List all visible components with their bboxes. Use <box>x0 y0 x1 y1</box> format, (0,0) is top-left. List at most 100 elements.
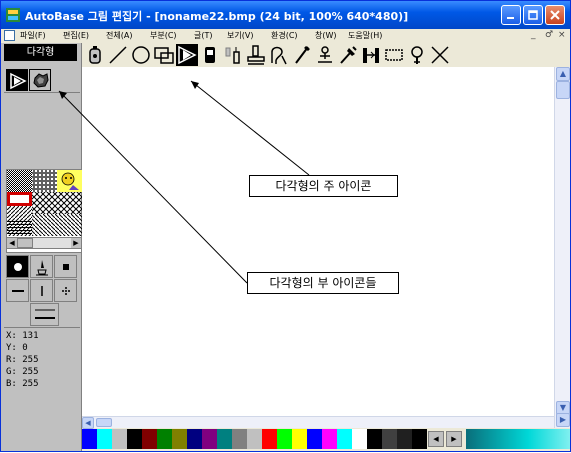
fill-tool[interactable] <box>314 44 336 66</box>
menu-help[interactable]: 도움말(H) <box>348 30 382 41</box>
minimize-button[interactable] <box>501 5 521 25</box>
select-rect-tool[interactable] <box>383 44 405 66</box>
palette-gradient[interactable] <box>466 429 570 449</box>
stamp-tool[interactable] <box>245 44 267 66</box>
main-icon-callout: 다각형의 주 아이콘 <box>249 175 398 197</box>
brush-tool[interactable] <box>222 44 244 66</box>
distance-icon <box>363 48 379 63</box>
pattern-scrollbar[interactable]: ◀ ▶ <box>6 237 82 249</box>
maximize-button[interactable] <box>523 5 543 25</box>
scroll-thumb[interactable] <box>17 238 33 248</box>
curve-tool[interactable] <box>268 44 290 66</box>
menu-environment[interactable]: 환경(C) <box>271 30 298 41</box>
dropper-icon <box>340 46 357 64</box>
cross-dots-button[interactable] <box>54 279 77 302</box>
select-rect-icon <box>385 49 403 61</box>
menu-text[interactable]: 글(T) <box>194 30 213 41</box>
menu-file[interactable]: 파일(F) <box>20 30 46 41</box>
palette-navigation: ◀ ▶ <box>428 431 464 447</box>
polygon-tool[interactable] <box>176 44 198 66</box>
title-bar[interactable]: AutoBase 그림 편집기 - [noname22.bmp (24 bit,… <box>1 1 570 29</box>
brush-icon <box>225 47 240 64</box>
scroll-left-arrow-main[interactable]: ◀ <box>82 417 94 429</box>
menu-all[interactable]: 전체(A) <box>106 30 132 41</box>
mdi-minimize-button[interactable]: _ <box>531 30 536 40</box>
coord-x: X: 131 <box>6 331 39 341</box>
rectangle-tool[interactable] <box>153 44 175 66</box>
scroll-left-arrow[interactable]: ◀ <box>7 238 17 248</box>
horizontal-line-icon <box>12 290 24 292</box>
cancel-icon <box>431 46 449 64</box>
menu-window[interactable]: 창(W) <box>315 30 337 41</box>
brush-shape-button[interactable] <box>30 255 53 278</box>
scroll-right-corner-arrow[interactable]: ▶ <box>556 413 570 427</box>
polygon-sub-button[interactable] <box>6 69 28 91</box>
dot-brush-button[interactable] <box>6 255 29 278</box>
vertical-scrollbar[interactable]: ▲ ▼ ▶ <box>554 67 570 428</box>
palette-left-arrow[interactable]: ◀ <box>428 431 444 447</box>
horizontal-scrollbar[interactable]: ◀ <box>82 416 554 429</box>
tool-bar <box>82 43 570 67</box>
freeform-sub-button[interactable] <box>29 69 51 91</box>
app-window: AutoBase 그림 편집기 - [noname22.bmp (24 bit,… <box>0 0 571 452</box>
fill-icon <box>318 46 332 63</box>
line-width-icon <box>35 309 55 319</box>
mdi-close-button[interactable]: × <box>558 30 566 40</box>
dropper-tool[interactable] <box>337 44 359 66</box>
close-icon <box>550 10 560 20</box>
coord-y: Y: 0 <box>6 343 28 353</box>
cross-dots-icon <box>62 287 70 295</box>
freeform-sub-icon <box>33 73 49 88</box>
spray-can-tool[interactable] <box>84 44 106 66</box>
vertical-line-icon <box>41 286 43 296</box>
distance-tool[interactable] <box>360 44 382 66</box>
circle-icon <box>132 46 150 64</box>
menu-edit[interactable]: 편집(E) <box>63 30 89 41</box>
stamp-icon <box>247 45 265 65</box>
palette-nav-container: ◀ ▶ <box>82 429 570 449</box>
line-tool[interactable] <box>107 44 129 66</box>
maximize-icon <box>528 10 538 20</box>
line-icon <box>109 46 127 64</box>
mdi-restore-button[interactable]: ♂ <box>545 30 553 40</box>
vertical-line-button[interactable] <box>30 279 53 302</box>
pen-icon <box>295 46 310 64</box>
cancel-tool[interactable] <box>429 44 451 66</box>
horizontal-line-button[interactable] <box>6 279 29 302</box>
pattern-swatches[interactable] <box>7 170 83 236</box>
document-icon[interactable] <box>4 30 15 41</box>
menu-partial[interactable]: 부분(C) <box>150 30 177 41</box>
coordinate-readout: X: 131 Y: 0 R: 255 G: 255 B: 255 <box>4 327 80 427</box>
window-title: AutoBase 그림 편집기 - [noname22.bmp (24 bit,… <box>25 10 409 23</box>
color-b: B: 255 <box>6 379 39 389</box>
horizontal-scroll-thumb[interactable] <box>96 418 112 427</box>
eraser-icon <box>205 47 215 63</box>
close-button[interactable] <box>545 5 565 25</box>
color-r: R: 255 <box>6 355 39 365</box>
square-brush-icon <box>63 264 69 270</box>
square-brush-button[interactable] <box>54 255 77 278</box>
circle-tool[interactable] <box>130 44 152 66</box>
color-g: G: 255 <box>6 367 39 377</box>
dot-icon <box>14 263 22 271</box>
pen-tool[interactable] <box>291 44 313 66</box>
menu-view[interactable]: 보기(V) <box>227 30 253 41</box>
polygon-icon <box>178 45 197 65</box>
brush-shape-icon <box>36 260 48 276</box>
rectangle-icon <box>154 47 174 64</box>
curve-icon <box>271 46 287 65</box>
menu-bar: 파일(F) 편집(E) 전체(A) 부분(C) 글(T) 보기(V) 환경(C)… <box>1 29 570 43</box>
minimize-icon <box>507 17 514 19</box>
scroll-right-arrow[interactable]: ▶ <box>71 238 81 248</box>
eraser-tool[interactable] <box>199 44 221 66</box>
scroll-up-arrow[interactable]: ▲ <box>556 67 570 81</box>
drawing-canvas[interactable] <box>82 67 554 416</box>
vertical-scroll-thumb[interactable] <box>556 81 570 99</box>
magnify-tool[interactable] <box>406 44 428 66</box>
magnify-icon <box>411 46 423 64</box>
line-width-button[interactable] <box>30 303 59 326</box>
palette-right-arrow[interactable]: ▶ <box>446 431 462 447</box>
polygon-sub-icon <box>10 72 27 90</box>
sub-icons-callout: 다각형의 부 아이콘들 <box>247 272 399 294</box>
spray-can-icon <box>89 46 101 64</box>
